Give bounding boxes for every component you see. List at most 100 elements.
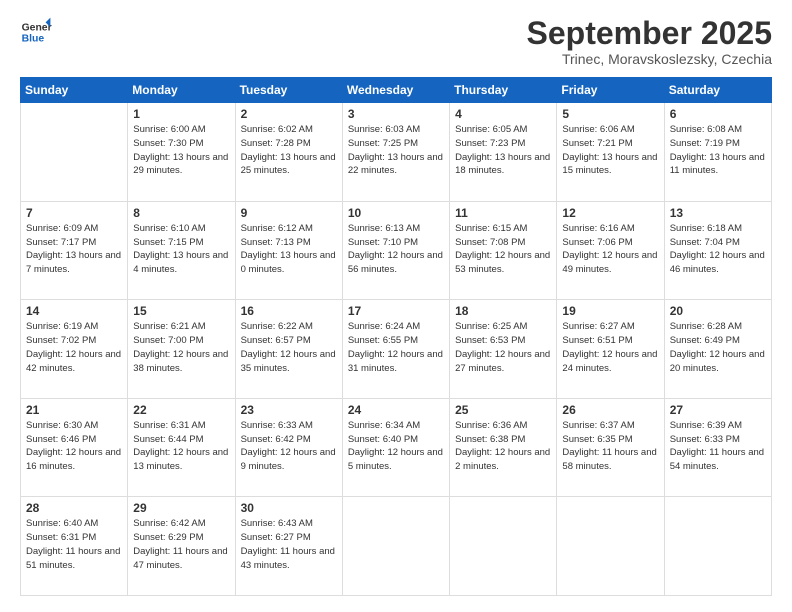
day-number: 1 — [133, 107, 229, 121]
day-number: 13 — [670, 206, 766, 220]
calendar-cell: 11 Sunrise: 6:15 AM Sunset: 7:08 PM Dayli… — [450, 201, 557, 300]
calendar-cell: 26 Sunrise: 6:37 AM Sunset: 6:35 PM Dayli… — [557, 398, 664, 497]
day-number: 20 — [670, 304, 766, 318]
day-number: 10 — [348, 206, 444, 220]
day-number: 30 — [241, 501, 337, 515]
day-info: Sunrise: 6:02 AM Sunset: 7:28 PM Dayligh… — [241, 123, 337, 178]
calendar-cell: 2 Sunrise: 6:02 AM Sunset: 7:28 PM Daylig… — [235, 103, 342, 202]
day-number: 7 — [26, 206, 122, 220]
page: General Blue September 2025 Trinec, Mora… — [0, 0, 792, 612]
day-info: Sunrise: 6:16 AM Sunset: 7:06 PM Dayligh… — [562, 222, 658, 277]
calendar-cell: 4 Sunrise: 6:05 AM Sunset: 7:23 PM Daylig… — [450, 103, 557, 202]
weekday-header: Wednesday — [342, 78, 449, 103]
day-number: 16 — [241, 304, 337, 318]
day-info: Sunrise: 6:05 AM Sunset: 7:23 PM Dayligh… — [455, 123, 551, 178]
day-number: 22 — [133, 403, 229, 417]
weekday-header: Saturday — [664, 78, 771, 103]
day-number: 23 — [241, 403, 337, 417]
day-number: 14 — [26, 304, 122, 318]
calendar-cell: 10 Sunrise: 6:13 AM Sunset: 7:10 PM Dayli… — [342, 201, 449, 300]
day-number: 4 — [455, 107, 551, 121]
day-number: 29 — [133, 501, 229, 515]
day-number: 25 — [455, 403, 551, 417]
day-info: Sunrise: 6:25 AM Sunset: 6:53 PM Dayligh… — [455, 320, 551, 375]
weekday-header: Friday — [557, 78, 664, 103]
day-info: Sunrise: 6:19 AM Sunset: 7:02 PM Dayligh… — [26, 320, 122, 375]
calendar-cell: 17 Sunrise: 6:24 AM Sunset: 6:55 PM Dayli… — [342, 300, 449, 399]
calendar-week-row: 14 Sunrise: 6:19 AM Sunset: 7:02 PM Dayli… — [21, 300, 772, 399]
day-number: 11 — [455, 206, 551, 220]
day-number: 18 — [455, 304, 551, 318]
calendar-cell — [450, 497, 557, 596]
day-number: 3 — [348, 107, 444, 121]
day-number: 12 — [562, 206, 658, 220]
day-number: 26 — [562, 403, 658, 417]
calendar-cell: 6 Sunrise: 6:08 AM Sunset: 7:19 PM Daylig… — [664, 103, 771, 202]
logo-icon: General Blue — [20, 16, 52, 48]
day-info: Sunrise: 6:00 AM Sunset: 7:30 PM Dayligh… — [133, 123, 229, 178]
calendar-cell: 12 Sunrise: 6:16 AM Sunset: 7:06 PM Dayli… — [557, 201, 664, 300]
day-info: Sunrise: 6:39 AM Sunset: 6:33 PM Dayligh… — [670, 419, 766, 474]
title-block: September 2025 Trinec, Moravskoslezsky, … — [527, 16, 772, 67]
day-number: 21 — [26, 403, 122, 417]
calendar-cell: 24 Sunrise: 6:34 AM Sunset: 6:40 PM Dayli… — [342, 398, 449, 497]
calendar-cell: 20 Sunrise: 6:28 AM Sunset: 6:49 PM Dayli… — [664, 300, 771, 399]
logo: General Blue — [20, 16, 52, 48]
day-number: 17 — [348, 304, 444, 318]
calendar-cell: 29 Sunrise: 6:42 AM Sunset: 6:29 PM Dayli… — [128, 497, 235, 596]
weekday-header: Monday — [128, 78, 235, 103]
day-info: Sunrise: 6:27 AM Sunset: 6:51 PM Dayligh… — [562, 320, 658, 375]
calendar-cell: 19Sunrise: 6:27 AM Sunset: 6:51 PM Dayli… — [557, 300, 664, 399]
calendar-cell: 5Sunrise: 6:06 AM Sunset: 7:21 PM Daylig… — [557, 103, 664, 202]
calendar-week-row: 7 Sunrise: 6:09 AM Sunset: 7:17 PM Daylig… — [21, 201, 772, 300]
calendar-cell: 1 Sunrise: 6:00 AM Sunset: 7:30 PM Daylig… — [128, 103, 235, 202]
day-info: Sunrise: 6:31 AM Sunset: 6:44 PM Dayligh… — [133, 419, 229, 474]
day-info: Sunrise: 6:36 AM Sunset: 6:38 PM Dayligh… — [455, 419, 551, 474]
weekday-header: Sunday — [21, 78, 128, 103]
day-info: Sunrise: 6:42 AM Sunset: 6:29 PM Dayligh… — [133, 517, 229, 572]
day-number: 9 — [241, 206, 337, 220]
day-number: 24 — [348, 403, 444, 417]
header: General Blue September 2025 Trinec, Mora… — [20, 16, 772, 67]
day-info: Sunrise: 6:21 AM Sunset: 7:00 PM Dayligh… — [133, 320, 229, 375]
day-number: 28 — [26, 501, 122, 515]
calendar-cell: 15 Sunrise: 6:21 AM Sunset: 7:00 PM Dayli… — [128, 300, 235, 399]
day-number: 6 — [670, 107, 766, 121]
calendar-cell: 23Sunrise: 6:33 AM Sunset: 6:42 PM Dayli… — [235, 398, 342, 497]
calendar-cell: 18 Sunrise: 6:25 AM Sunset: 6:53 PM Dayli… — [450, 300, 557, 399]
day-info: Sunrise: 6:10 AM Sunset: 7:15 PM Dayligh… — [133, 222, 229, 277]
calendar-cell: 13 Sunrise: 6:18 AM Sunset: 7:04 PM Dayli… — [664, 201, 771, 300]
day-info: Sunrise: 6:37 AM Sunset: 6:35 PM Dayligh… — [562, 419, 658, 474]
calendar-cell: 28 Sunrise: 6:40 AM Sunset: 6:31 PM Dayli… — [21, 497, 128, 596]
calendar-week-row: 1 Sunrise: 6:00 AM Sunset: 7:30 PM Daylig… — [21, 103, 772, 202]
day-info: Sunrise: 6:15 AM Sunset: 7:08 PM Dayligh… — [455, 222, 551, 277]
day-info: Sunrise: 6:40 AM Sunset: 6:31 PM Dayligh… — [26, 517, 122, 572]
day-info: Sunrise: 6:12 AM Sunset: 7:13 PM Dayligh… — [241, 222, 337, 277]
calendar-cell — [342, 497, 449, 596]
day-info: Sunrise: 6:18 AM Sunset: 7:04 PM Dayligh… — [670, 222, 766, 277]
calendar-cell: 3 Sunrise: 6:03 AM Sunset: 7:25 PM Daylig… — [342, 103, 449, 202]
location: Trinec, Moravskoslezsky, Czechia — [527, 51, 772, 67]
day-info: Sunrise: 6:13 AM Sunset: 7:10 PM Dayligh… — [348, 222, 444, 277]
day-number: 2 — [241, 107, 337, 121]
svg-text:Blue: Blue — [22, 34, 45, 45]
month-title: September 2025 — [527, 16, 772, 51]
calendar-cell — [664, 497, 771, 596]
day-info: Sunrise: 6:09 AM Sunset: 7:17 PM Dayligh… — [26, 222, 122, 277]
calendar-cell: 14 Sunrise: 6:19 AM Sunset: 7:02 PM Dayli… — [21, 300, 128, 399]
day-number: 15 — [133, 304, 229, 318]
weekday-header-row: SundayMondayTuesdayWednesdayThursdayFrid… — [21, 78, 772, 103]
day-info: Sunrise: 6:03 AM Sunset: 7:25 PM Dayligh… — [348, 123, 444, 178]
day-info: Sunrise: 6:43 AM Sunset: 6:27 PM Dayligh… — [241, 517, 337, 572]
day-info: Sunrise: 6:28 AM Sunset: 6:49 PM Dayligh… — [670, 320, 766, 375]
day-info: Sunrise: 6:24 AM Sunset: 6:55 PM Dayligh… — [348, 320, 444, 375]
weekday-header: Tuesday — [235, 78, 342, 103]
weekday-header: Thursday — [450, 78, 557, 103]
calendar-cell: 27Sunrise: 6:39 AM Sunset: 6:33 PM Dayli… — [664, 398, 771, 497]
calendar-cell: 25 Sunrise: 6:36 AM Sunset: 6:38 PM Dayli… — [450, 398, 557, 497]
day-number: 8 — [133, 206, 229, 220]
day-info: Sunrise: 6:34 AM Sunset: 6:40 PM Dayligh… — [348, 419, 444, 474]
day-info: Sunrise: 6:08 AM Sunset: 7:19 PM Dayligh… — [670, 123, 766, 178]
calendar-cell: 8 Sunrise: 6:10 AM Sunset: 7:15 PM Daylig… — [128, 201, 235, 300]
day-info: Sunrise: 6:22 AM Sunset: 6:57 PM Dayligh… — [241, 320, 337, 375]
